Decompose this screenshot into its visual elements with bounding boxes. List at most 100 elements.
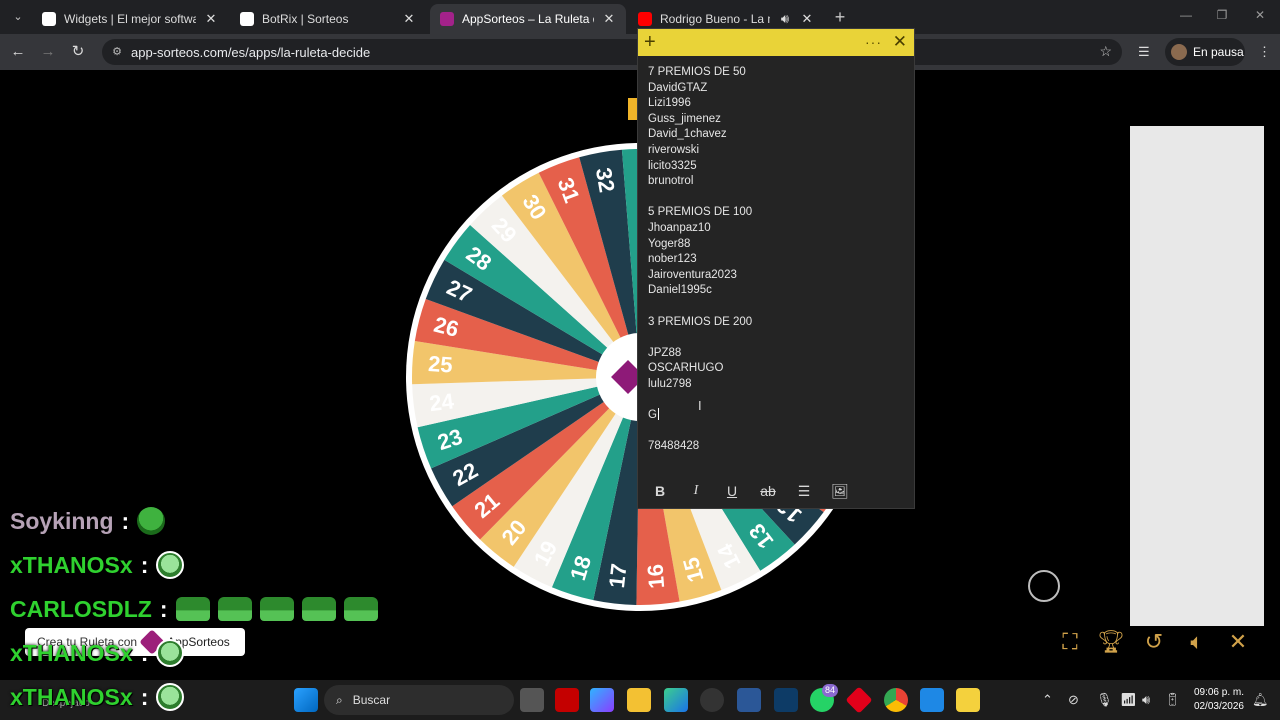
chat-username: Soykinng: [10, 507, 114, 534]
app-icon[interactable]: [774, 688, 798, 712]
bullet-list-icon[interactable]: ☰: [790, 479, 818, 503]
bookmark-star-icon[interactable]: ☆: [1099, 43, 1112, 60]
minimize-icon[interactable]: —: [1176, 8, 1196, 22]
wheel-number-label: 17: [604, 562, 632, 589]
copilot-icon[interactable]: [590, 688, 614, 712]
chat-message: xTHANOSx :: [10, 679, 185, 715]
search-placeholder: Buscar: [352, 693, 391, 707]
address-bar[interactable]: ⚙ app-sorteos.com/es/apps/la-ruleta-deci…: [102, 39, 1122, 65]
reload-button[interactable]: ↻: [68, 42, 88, 62]
hat-emote-icon: [259, 597, 294, 621]
close-tab-icon[interactable]: ✕: [602, 11, 616, 27]
sticky-note-header[interactable]: + ··· ✕: [638, 29, 914, 56]
chat-colon: :: [140, 551, 149, 578]
clock[interactable]: 09:06 p. m. 02/03/2026: [1188, 686, 1244, 714]
forward-button[interactable]: →: [38, 42, 58, 62]
microphone-icon[interactable]: 🎙︎: [1096, 692, 1113, 708]
frog-emote-icon: [137, 507, 166, 535]
wheel-number-label: 25: [427, 351, 453, 378]
profile-button[interactable]: En pausa: [1165, 38, 1245, 66]
wheel-number-label: 16: [642, 563, 669, 589]
close-note-icon[interactable]: ✕: [893, 32, 907, 52]
thanos-emote-icon: [156, 551, 185, 579]
note-text-area[interactable]: 7 PREMIOS DE 50 DavidGTAZ Lizi1996 Guss_jim…: [648, 65, 906, 455]
tab-botrix[interactable]: BotRix | Sorteos ✕: [230, 4, 426, 34]
chrome-icon[interactable]: [884, 688, 908, 712]
tray-app-icon[interactable]: ⊘: [1068, 692, 1079, 708]
wheel-number-label: 32: [591, 166, 620, 194]
chat-username: xTHANOSx: [10, 683, 133, 710]
taskbar-search[interactable]: ⌕ Buscar: [324, 685, 514, 715]
task-view-icon[interactable]: [520, 688, 544, 712]
note-line: 3 PREMIOS DE 200: [648, 315, 753, 328]
site-info-icon[interactable]: ⚙: [110, 45, 124, 59]
note-line: [648, 299, 906, 315]
app-icon[interactable]: [920, 688, 944, 712]
note-line: riverowski: [648, 143, 700, 156]
app-icon[interactable]: [845, 686, 873, 714]
insert-image-icon[interactable]: 🖼︎: [826, 479, 854, 503]
obs-icon[interactable]: [700, 688, 724, 712]
start-icon[interactable]: [294, 688, 318, 712]
tray-chevron-icon[interactable]: ⌃: [1042, 692, 1053, 708]
file-explorer-icon[interactable]: [627, 688, 651, 712]
widgets-favicon-icon: [42, 12, 56, 26]
sticky-note-window[interactable]: + ··· ✕ 7 PREMIOS DE 50 DavidGTAZ Lizi1996…: [637, 28, 915, 509]
more-options-icon[interactable]: ···: [865, 34, 882, 50]
new-tab-button[interactable]: +: [830, 7, 850, 28]
hat-emote-icon: [343, 597, 378, 621]
chat-message: xTHANOSx :: [10, 635, 185, 671]
youtube-favicon-icon: [638, 12, 652, 26]
tab-appsorteos[interactable]: AppSorteos – La Ruleta de la Su ✕: [430, 4, 626, 34]
side-panel: [1130, 126, 1264, 626]
hat-emote-icon: [175, 597, 210, 621]
tab-search-icon[interactable]: ⌄: [8, 7, 28, 27]
window-close-icon[interactable]: ✕: [1250, 8, 1270, 22]
store-icon[interactable]: [737, 688, 761, 712]
note-line: Jairoventura2023: [648, 268, 737, 281]
thanos-emote-icon: [156, 639, 185, 667]
back-button[interactable]: ←: [8, 42, 28, 62]
maximize-icon[interactable]: ❐: [1212, 8, 1232, 22]
menu-kebab-icon[interactable]: ⋮: [1258, 44, 1271, 60]
battery-icon[interactable]: 🔋︎: [1164, 692, 1181, 708]
note-line: JPZ88: [648, 346, 682, 359]
note-line: Daniel1995c: [648, 284, 712, 297]
notifications-icon[interactable]: 🔔︎: [1252, 692, 1269, 708]
speaker-icon[interactable]: 🔊︎: [778, 11, 792, 27]
sticky-notes-icon[interactable]: [956, 688, 980, 712]
add-note-icon[interactable]: +: [644, 31, 656, 53]
address-url[interactable]: app-sorteos.com/es/apps/la-ruleta-decide: [131, 45, 370, 60]
app-icon[interactable]: [555, 688, 579, 712]
note-line: nober123: [648, 253, 697, 266]
edge-icon[interactable]: [664, 688, 688, 712]
reading-list-icon[interactable]: ☰: [1138, 44, 1150, 60]
clock-date: 02/03/2026: [1193, 701, 1244, 712]
close-icon[interactable]: ✕: [1224, 628, 1252, 656]
fullscreen-icon[interactable]: ⛶: [1056, 628, 1084, 656]
note-line-text: G: [648, 409, 657, 422]
search-icon: ⌕: [336, 692, 343, 707]
undo-icon[interactable]: ↺: [1140, 628, 1168, 656]
chat-colon: :: [121, 507, 130, 534]
italic-button[interactable]: I: [682, 479, 710, 503]
underline-button[interactable]: U: [718, 479, 746, 503]
bold-button[interactable]: B: [646, 479, 674, 503]
note-line: [648, 330, 906, 346]
windows-taskbar: Despejado ⌕ Buscar 84 ⌃ ⊘ 🎙︎ 📶︎ 🔊︎ 🔋︎ 09…: [0, 680, 1280, 720]
tab-widgets[interactable]: Widgets | El mejor software par ✕: [32, 4, 228, 34]
appsorteos-favicon-icon: [440, 12, 454, 26]
text-cursor-icon: I: [698, 398, 702, 413]
chat-message: Soykinng :: [10, 503, 166, 539]
note-line: brunotrol: [648, 175, 694, 188]
chat-colon: :: [140, 683, 149, 710]
sound-icon[interactable]: 🔈︎: [1183, 628, 1211, 656]
wifi-icon[interactable]: 📶︎: [1120, 692, 1137, 708]
close-tab-icon[interactable]: ✕: [402, 11, 416, 27]
close-tab-icon[interactable]: ✕: [800, 11, 814, 27]
note-line: OSCARHUGO: [648, 362, 724, 375]
trophy-icon[interactable]: 🏆︎: [1097, 628, 1125, 656]
strikethrough-button[interactable]: ab: [754, 479, 782, 503]
close-tab-icon[interactable]: ✕: [204, 11, 218, 27]
volume-icon[interactable]: 🔊︎: [1142, 692, 1150, 708]
